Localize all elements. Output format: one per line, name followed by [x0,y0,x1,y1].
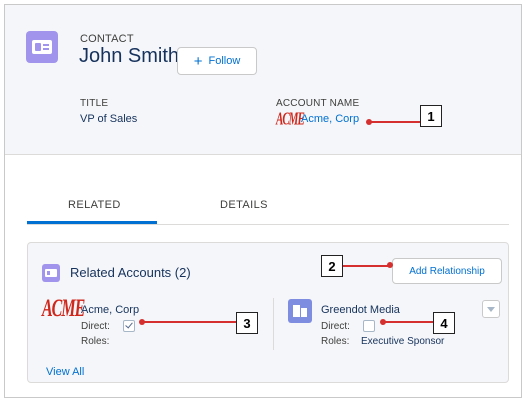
direct-label: Direct: [321,321,350,332]
active-tab-indicator [27,221,157,224]
direct-checkbox-unchecked[interactable] [363,320,375,332]
record-tabs: RELATED DETAILS [27,189,509,225]
callout-2: 2 [321,255,343,277]
chevron-down-icon [487,307,495,312]
related-accounts-title: Related Accounts (2) [70,265,191,280]
plus-icon: + [193,52,203,70]
contact-record-page: CONTACT John Smith + Follow TITLE VP of … [4,4,522,398]
acme-logo: ACME [42,295,85,323]
roles-label: Roles: [321,336,350,347]
follow-button[interactable]: + Follow [177,47,257,75]
callout-3: 3 [236,312,258,334]
callout-1-arrow-line [369,121,420,123]
view-all-link[interactable]: View All [46,366,84,378]
related-accounts-icon [42,264,60,282]
account-name-link[interactable]: Acme, Corp [301,113,359,125]
acme-logo: ACME [276,110,305,130]
record-header: CONTACT John Smith + Follow TITLE VP of … [5,5,521,155]
column-divider [273,298,274,350]
callout-3-arrow-line [142,321,236,323]
direct-checkbox-checked[interactable] [123,320,135,332]
callout-1: 1 [420,105,442,127]
row-actions-dropdown[interactable] [482,300,500,318]
title-field-label: TITLE [80,98,109,109]
follow-button-label: Follow [208,55,241,67]
contact-icon [26,31,58,63]
direct-label: Direct: [81,321,110,332]
object-type-label: CONTACT [80,33,134,45]
building-icon [288,299,312,323]
related-account-name-link[interactable]: Acme, Corp [81,304,139,316]
title-field-value: VP of Sales [80,113,138,125]
tab-details[interactable]: DETAILS [220,199,268,211]
roles-label: Roles: [81,336,110,347]
record-name: John Smith [79,45,180,67]
callout-2-arrow-dot [387,262,393,268]
roles-value: Executive Sponsor [361,336,445,347]
add-relationship-button[interactable]: Add Relationship [392,258,502,284]
callout-4-arrow-line [383,321,433,323]
checkmark-icon [125,320,133,329]
related-account-name-link[interactable]: Greendot Media [321,304,400,316]
tab-related[interactable]: RELATED [68,199,121,211]
account-name-field-label: ACCOUNT NAME [276,98,360,109]
callout-4: 4 [433,312,455,334]
callout-2-arrow-line [343,265,389,267]
